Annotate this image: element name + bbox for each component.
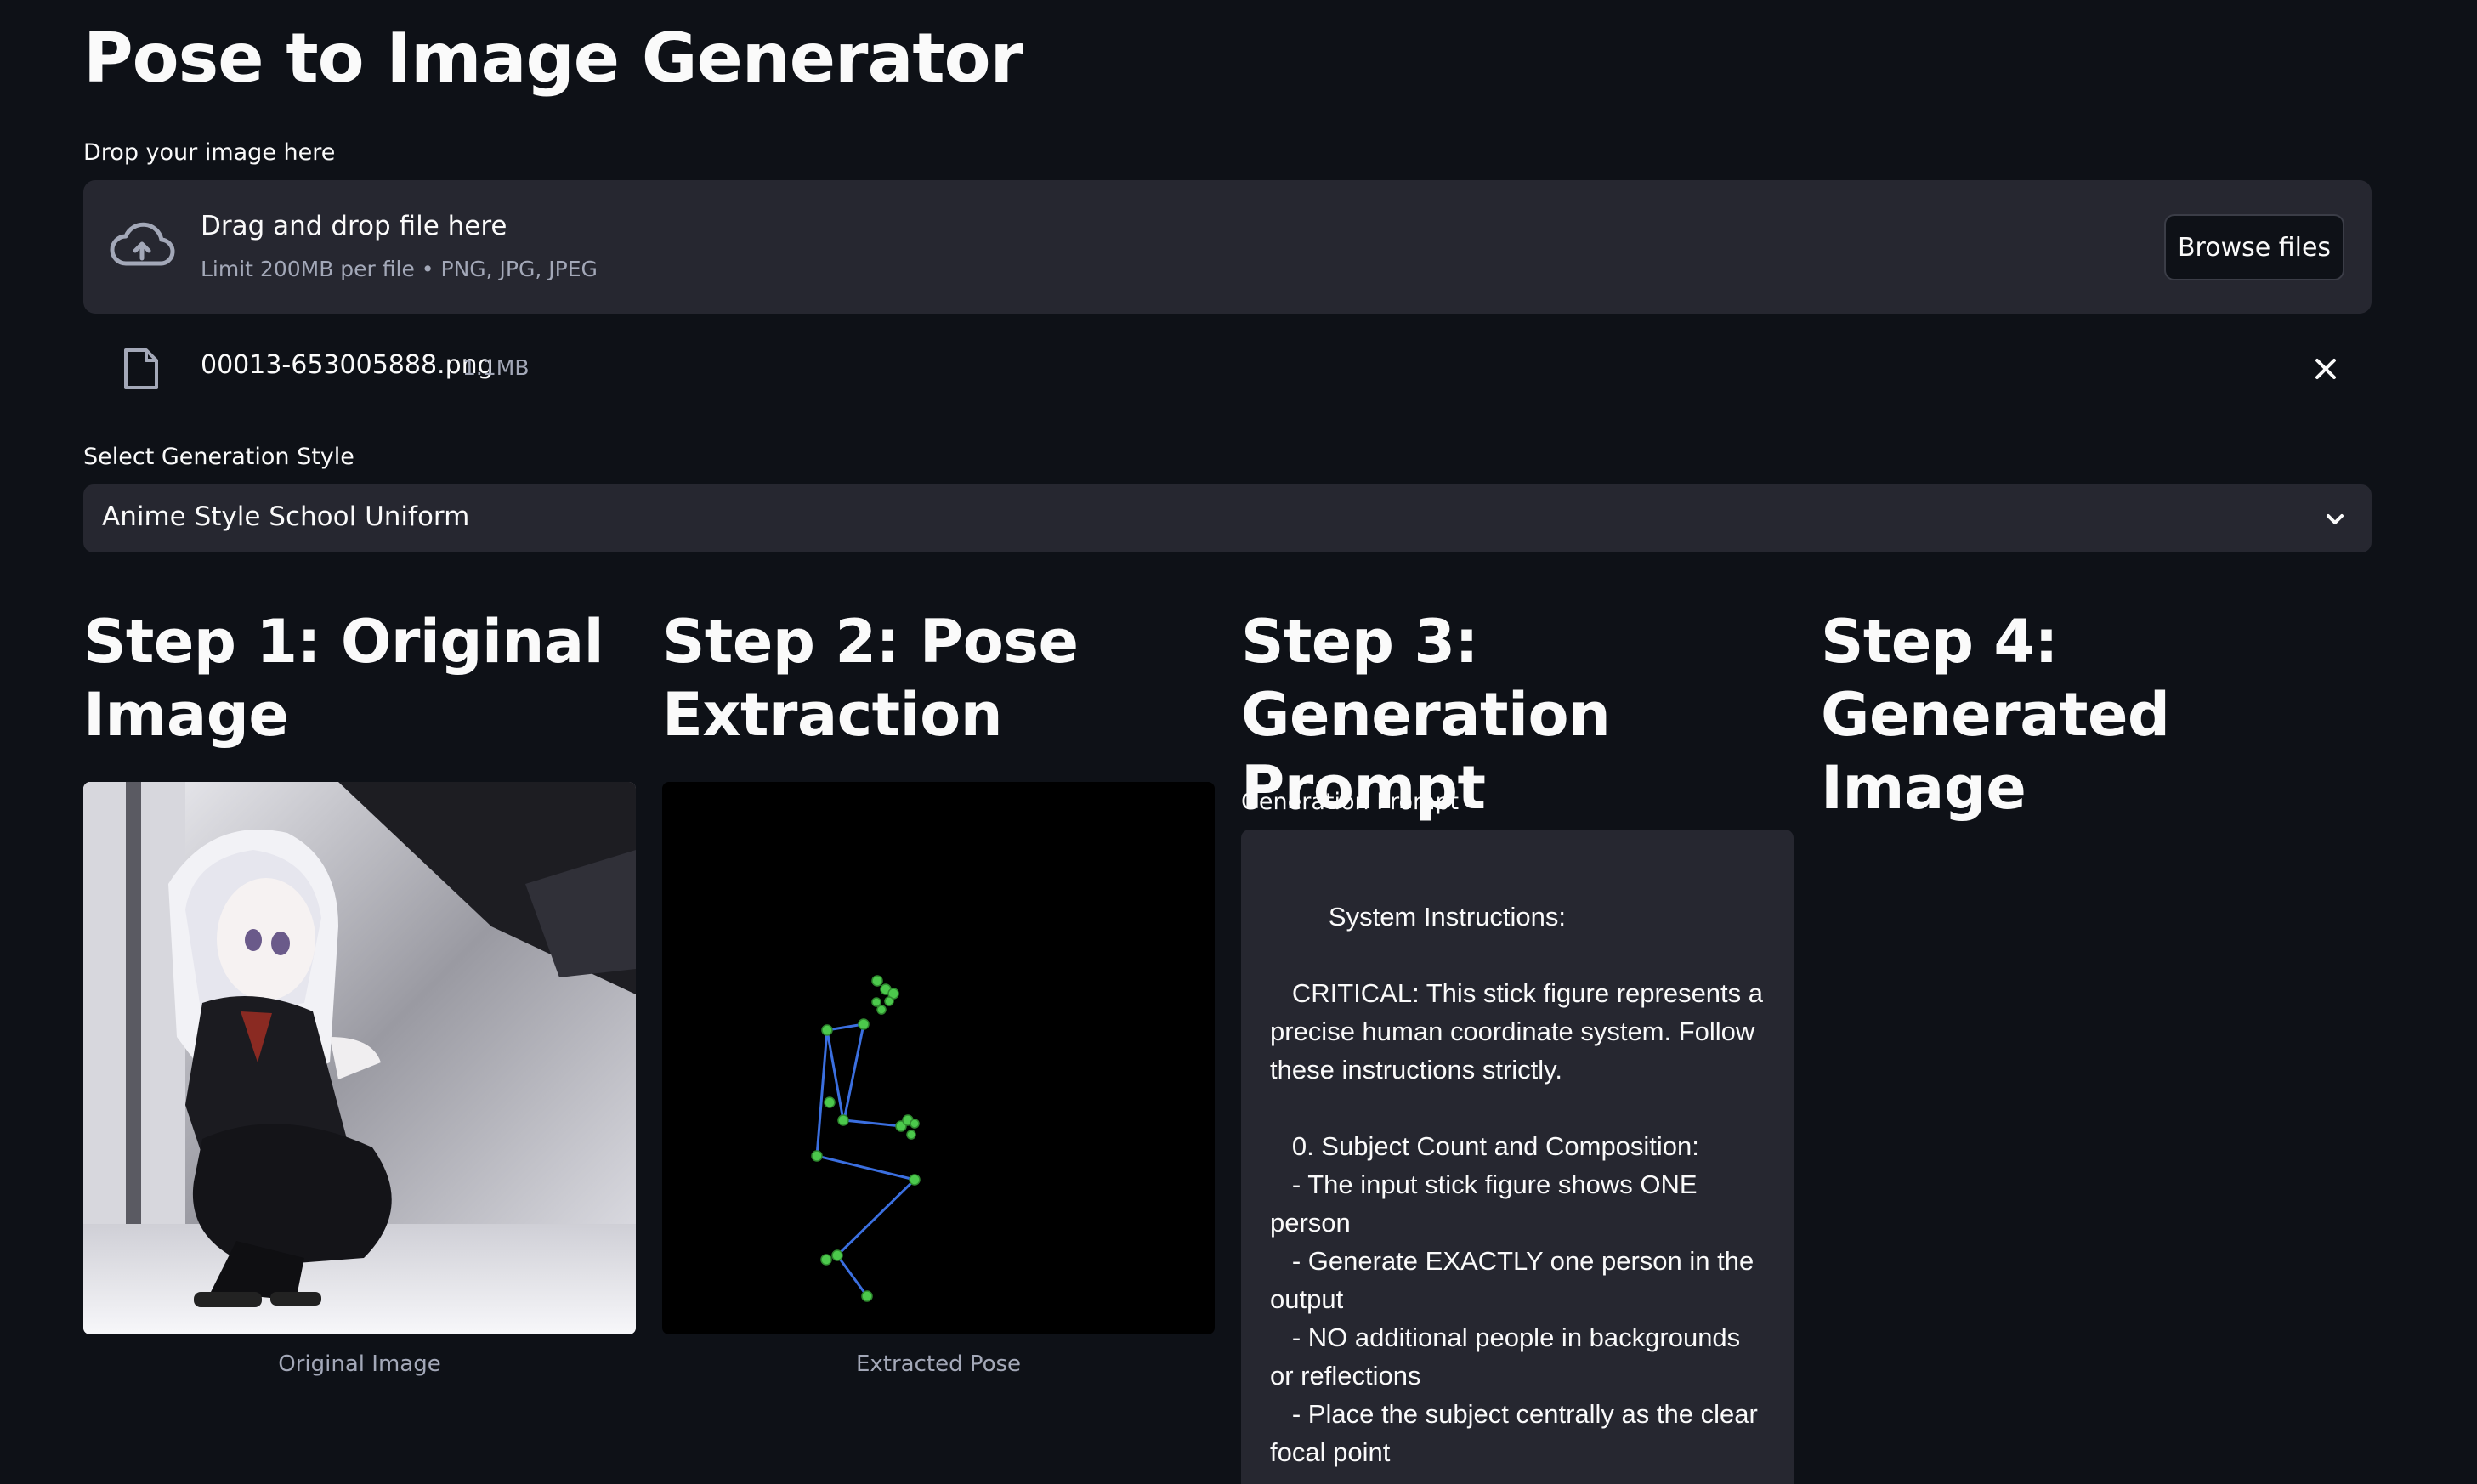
step-2-column: Step 2: Pose Extraction bbox=[662, 605, 1215, 751]
step-4-column: Step 4: Generated Image bbox=[1821, 605, 2373, 824]
browse-files-button[interactable]: Browse files bbox=[2164, 214, 2344, 280]
uploader-label: Drop your image here bbox=[83, 139, 336, 166]
file-dropzone[interactable]: Drag and drop file here Limit 200MB per … bbox=[83, 180, 2372, 314]
generation-style-select[interactable]: Anime Style School Uniform bbox=[83, 484, 2372, 552]
generation-prompt-text: System Instructions: CRITICAL: This stic… bbox=[1270, 902, 1764, 1467]
dropzone-limit: Limit 200MB per file • PNG, JPG, JPEG bbox=[201, 257, 598, 281]
step-4-title: Step 4: Generated Image bbox=[1821, 607, 2170, 823]
file-icon bbox=[124, 348, 158, 389]
app-page: Pose to Image Generator Drop your image … bbox=[0, 0, 2477, 1484]
style-select-label: Select Generation Style bbox=[83, 444, 354, 470]
step-1-column: Step 1: Original Image bbox=[83, 605, 636, 751]
page-title: Pose to Image Generator bbox=[83, 19, 1023, 98]
original-image-caption: Original Image bbox=[278, 1351, 441, 1377]
step-2-title: Step 2: Pose Extraction bbox=[662, 607, 1079, 750]
dropzone-instructions: Drag and drop file here bbox=[201, 211, 507, 241]
selected-style: Anime Style School Uniform bbox=[102, 501, 470, 532]
close-icon[interactable] bbox=[2310, 354, 2341, 384]
chevron-down-icon bbox=[2327, 514, 2344, 524]
extracted-pose-image bbox=[662, 782, 1215, 1334]
uploaded-file-row: 00013-653005888.png 1.1MB bbox=[83, 338, 2372, 398]
uploaded-file-size: 1.1MB bbox=[462, 355, 530, 380]
cloud-upload-icon bbox=[110, 222, 175, 266]
original-image bbox=[83, 782, 636, 1334]
generation-prompt-label: Generation Prompt bbox=[1241, 789, 1460, 815]
step-1-title: Step 1: Original Image bbox=[83, 607, 604, 750]
generation-prompt-textarea[interactable]: System Instructions: CRITICAL: This stic… bbox=[1241, 830, 1794, 1484]
extracted-pose-caption: Extracted Pose bbox=[855, 1351, 1022, 1377]
uploaded-file-name: 00013-653005888.png bbox=[201, 350, 494, 380]
